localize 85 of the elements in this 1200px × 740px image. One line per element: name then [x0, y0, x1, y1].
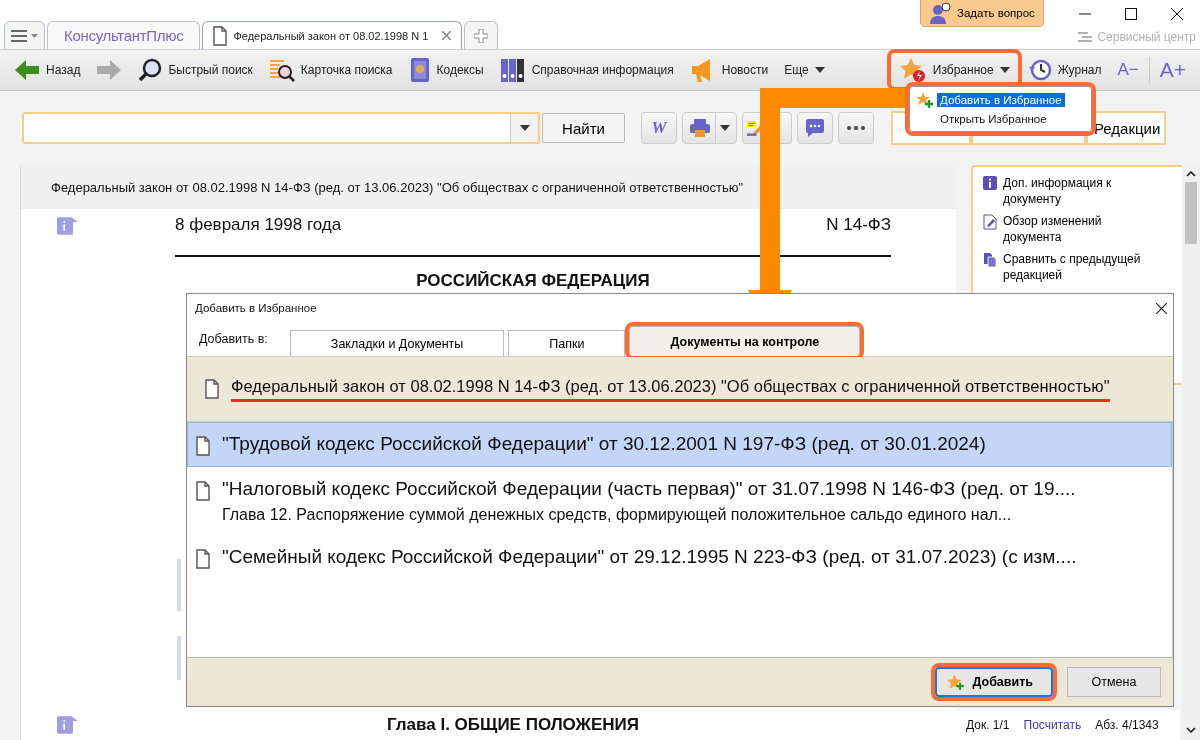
document-title: "Налоговый кодекс Российской Федерации (часть первая)" от 31.07.1998 N 146-ФЗ (ред. от 19....	[222, 478, 1076, 500]
info-icon	[983, 176, 997, 190]
cancel-button[interactable]: Отмена	[1067, 667, 1161, 697]
count-link[interactable]: Посчитать	[1023, 718, 1082, 732]
find-button[interactable]: Найти	[542, 113, 625, 143]
main-menu-button[interactable]	[4, 21, 45, 49]
search-history-dropdown[interactable]	[510, 112, 540, 144]
compare-documents-icon	[983, 252, 997, 268]
print-button[interactable]	[682, 112, 737, 144]
paragraph-counter: Абз. 4/1343	[1095, 718, 1159, 732]
document-date: 8 февраля 1998 года	[175, 215, 342, 235]
back-arrow-icon	[14, 58, 40, 82]
more-button[interactable]: Еще	[778, 61, 831, 79]
current-document-title: Федеральный закон от 08.02.1998 N 14-ФЗ (ред. от 13.06.2023) "Об обществах с ограниченной ответственностью"	[231, 376, 1110, 402]
font-smaller-button[interactable]: A−	[1111, 60, 1145, 80]
search-icon	[138, 58, 163, 82]
tools-icon	[1077, 30, 1094, 44]
scroll-thumb[interactable]	[1185, 182, 1197, 244]
dots-icon	[847, 126, 865, 130]
close-icon[interactable]	[1156, 302, 1167, 314]
dialog-tab[interactable]: Закладки и Документы	[289, 330, 505, 356]
book-icon	[408, 57, 431, 83]
document-tab[interactable]: Федеральный закон от 08.02.1998 N 1	[202, 21, 463, 49]
search-card-icon	[268, 58, 295, 82]
printer-icon	[689, 118, 711, 138]
tab-title: Федеральный закон от 08.02.1998 N 1	[233, 29, 429, 42]
side-panel-link[interactable]: Доп. информация к документу	[983, 175, 1148, 207]
scroll-up-icon[interactable]	[1186, 170, 1196, 178]
menu-item[interactable]: Открыть Избранное	[913, 109, 1088, 128]
side-panel-link[interactable]: Сравнить с предыдущей редакцией	[983, 251, 1148, 283]
star-plus-icon	[915, 90, 933, 109]
clock-icon	[1027, 58, 1052, 82]
favorites-button[interactable]: Избранное	[890, 53, 1018, 87]
scroll-down-icon[interactable]	[1186, 726, 1196, 734]
news-button[interactable]: Новости	[683, 55, 775, 85]
consultant-person-icon	[929, 2, 951, 24]
document-title: "Трудовой кодекс Российской Федерации" от 30.12.2001 N 197-ФЗ (ред. от 30.01.2024)	[222, 433, 986, 455]
binders-icon	[499, 57, 526, 83]
document-list-item[interactable]: "Трудовой кодекс Российской Федерации" от 30.12.2001 N 197-ФЗ (ред. от 30.01.2024)	[187, 422, 1172, 467]
ask-question-button[interactable]: Задать вопрос	[920, 0, 1044, 27]
search-field[interactable]	[22, 112, 510, 144]
forward-arrow-icon	[96, 58, 123, 82]
document-header: Федеральный закон от 08.02.1998 N 14-ФЗ (ред. от 13.06.2023) "Об обществах с ограниченной ответственностью"	[21, 165, 956, 209]
edit-document-icon	[983, 214, 997, 230]
document-icon	[205, 379, 219, 399]
menu-icon	[11, 29, 27, 42]
app-logo[interactable]: КонсультантПлюс	[47, 21, 201, 49]
document-list-item[interactable]: "Семейный кодекс Российской Федерации" от 29.12.1995 N 223-ФЗ (ред. от 31.07.2023) (с изм....	[187, 535, 1172, 580]
chapter-heading: Глава I. ОБЩИЕ ПОЛОЖЕНИЯ	[387, 715, 640, 735]
more-button[interactable]	[838, 112, 874, 144]
view-button[interactable]: Редакции	[1086, 111, 1166, 145]
document-number: N 14-ФЗ	[826, 215, 891, 235]
maximize-icon[interactable]	[1125, 8, 1137, 20]
document-heading: РОССИЙСКАЯ ФЕДЕРАЦИЯ	[415, 271, 651, 291]
document-icon	[196, 481, 210, 501]
history-button[interactable]: Журнал	[1021, 56, 1108, 84]
caret-icon	[720, 125, 730, 131]
add-to-label: Добавить в:	[199, 332, 268, 346]
card-button[interactable]: Карточка поиска	[262, 56, 399, 84]
caret-icon	[999, 67, 1010, 73]
document-subtitle: Глава 12. Распоряжение суммой денежных средств, формирующей положительное сальдо единого нал...	[222, 506, 1013, 524]
back-button[interactable]: Назад	[8, 56, 87, 84]
document-icon	[196, 549, 210, 569]
paragraph-marker	[177, 636, 181, 680]
caret-icon	[519, 125, 530, 131]
close-icon[interactable]	[1171, 8, 1183, 20]
font-larger-button[interactable]: A+	[1153, 58, 1192, 82]
dialog-tab[interactable]: Папки	[508, 330, 626, 356]
dialog-title: Добавить в Избранное	[195, 302, 317, 314]
word-export-button[interactable]: W	[641, 112, 677, 144]
search-button[interactable]: Быстрый поиск	[132, 56, 259, 84]
side-panel-link[interactable]: Обзор изменений документа	[983, 213, 1148, 245]
reference-button[interactable]: Справочная информация	[493, 55, 680, 85]
plus-icon	[474, 28, 489, 43]
caret-icon	[814, 67, 825, 73]
document-title: "Семейный кодекс Российской Федерации" от 29.12.1995 N 223-ФЗ (ред. от 31.07.2023) (с изм....	[222, 546, 1077, 568]
document-icon	[213, 25, 228, 46]
document-counter: Док. 1/1	[966, 718, 1010, 732]
codes-button[interactable]: Кодексы	[402, 55, 490, 85]
comment-button[interactable]	[797, 112, 833, 144]
paragraph-marker	[177, 559, 181, 611]
caret-icon	[31, 33, 38, 38]
document-list-item[interactable]: "Налоговый кодекс Российской Федерации (часть первая)" от 31.07.1998 N 146-ФЗ (ред. от 19.... Глава 12. Распоряжение суммой денежных средств, формирующей положительное сальдо единого нал...	[187, 467, 1172, 535]
speech-bubble-icon	[805, 118, 825, 138]
document-icon	[196, 436, 210, 456]
